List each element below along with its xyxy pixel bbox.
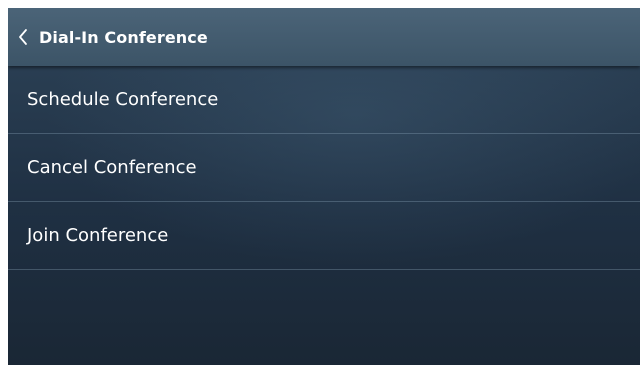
chevron-left-icon[interactable] [18,27,32,47]
conference-menu: Schedule Conference Cancel Conference Jo… [8,66,640,270]
page-title: Dial-In Conference [39,27,208,47]
menu-item-label: Schedule Conference [27,89,219,110]
conference-screen: Dial-In Conference Schedule Conference C… [8,8,640,365]
menu-item-join-conference[interactable]: Join Conference [8,202,640,270]
menu-item-label: Cancel Conference [27,157,197,178]
menu-item-label: Join Conference [27,225,169,246]
back-header[interactable]: Dial-In Conference [8,8,640,66]
menu-item-cancel-conference[interactable]: Cancel Conference [8,134,640,202]
menu-item-schedule-conference[interactable]: Schedule Conference [8,66,640,134]
